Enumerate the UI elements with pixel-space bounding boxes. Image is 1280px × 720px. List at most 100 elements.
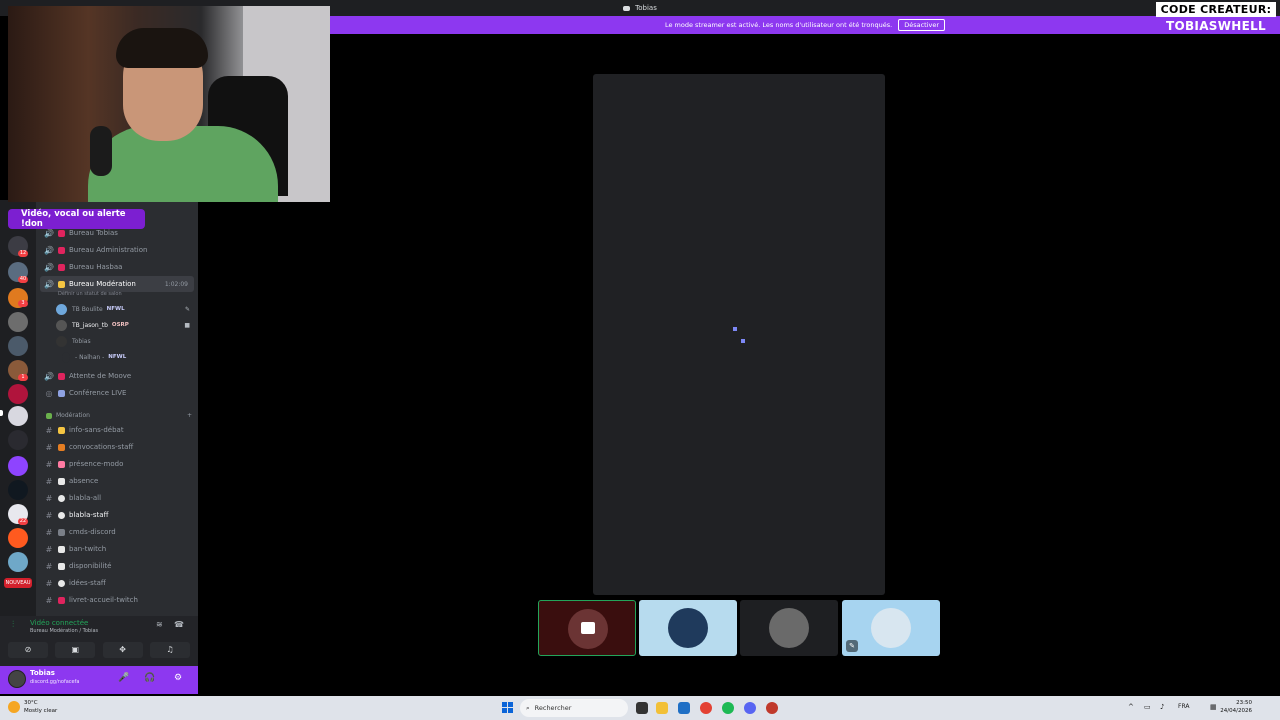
member-name: Tobias	[72, 337, 91, 345]
avatar	[56, 319, 67, 331]
text-channel-unread[interactable]: # blabla-staff	[36, 507, 198, 523]
activities-icon[interactable]: ✥	[102, 642, 143, 658]
status-emoji-icon	[58, 372, 65, 380]
channel-label: présence-modo	[69, 460, 124, 468]
server-icon[interactable]	[8, 552, 28, 572]
voice-channel[interactable]: 🔊 Bureau Hasbaa	[36, 259, 198, 275]
category-header[interactable]: Modération +	[46, 412, 196, 419]
settings-gear-icon[interactable]: ⚙	[174, 673, 182, 683]
hash-icon: #	[45, 493, 53, 503]
stream-alert-label: Vidéo, vocal ou alerte !don	[8, 209, 145, 229]
app-icon[interactable]	[766, 702, 778, 714]
banner-text: Le mode streamer est activé. Les noms d'…	[664, 21, 893, 29]
discord-icon[interactable]	[744, 702, 756, 714]
voice-channel[interactable]: 🔊 Attente de Moove	[36, 368, 198, 384]
camera-off-icon[interactable]: ⊘	[8, 642, 48, 658]
unread-badge: 3	[18, 300, 28, 307]
member-name: - Nalhan -	[75, 353, 105, 361]
server-icon[interactable]	[8, 430, 28, 450]
network-icon[interactable]: ▭	[1144, 703, 1151, 711]
channel-label: Bureau Tobias	[69, 229, 118, 237]
text-channel[interactable]: # présence-modo	[36, 456, 198, 472]
server-icon[interactable]	[8, 480, 28, 500]
speaker-icon: 🔊	[44, 262, 54, 272]
taskbar-search[interactable]: ⌕ Rechercher	[520, 699, 628, 717]
chrome-icon[interactable]	[700, 702, 712, 714]
video-thumbnail[interactable]	[538, 600, 636, 656]
avatar[interactable]	[8, 670, 26, 688]
voice-channel[interactable]: 🔊 Bureau Administration	[36, 242, 198, 258]
status-emoji-icon	[58, 426, 65, 434]
text-channel[interactable]: # absence	[36, 473, 198, 489]
hash-icon: #	[45, 476, 53, 486]
text-channel[interactable]: # cmds-discord	[36, 524, 198, 540]
windows-start-icon[interactable]	[502, 702, 513, 713]
video-thumbnail[interactable]	[639, 600, 737, 656]
text-channel[interactable]: # info-sans-débat	[36, 422, 198, 438]
channel-label: blabla-all	[69, 494, 102, 502]
video-thumbnail[interactable]	[740, 600, 838, 656]
selected-server-pill	[0, 410, 3, 416]
webcam-overlay	[8, 6, 330, 202]
status-emoji-icon	[58, 596, 65, 604]
creator-code-value: TOBIASWHELL	[1156, 18, 1276, 34]
volume-icon[interactable]: ♪	[1160, 703, 1164, 711]
language-indicator[interactable]: FRA	[1178, 703, 1189, 710]
text-channel[interactable]: # blabla-all	[36, 490, 198, 506]
store-icon[interactable]	[678, 702, 690, 714]
new-badge: NOUVEAU	[4, 578, 32, 588]
disable-streamer-button[interactable]: Désactiver	[898, 19, 946, 31]
server-icon[interactable]	[8, 336, 28, 356]
weather-condition: Mostly clear	[24, 708, 58, 714]
screen-share-icon[interactable]: ▣	[55, 642, 96, 658]
headphones-icon[interactable]: 🎧	[144, 673, 155, 683]
microphone-icon[interactable]: 🎤	[118, 673, 129, 683]
video-thumbnail[interactable]: ✎	[842, 600, 940, 656]
voice-member[interactable]: TB_jason_tb OSRP ■	[56, 318, 196, 332]
spotify-icon[interactable]	[722, 702, 734, 714]
hash-icon: #	[45, 578, 53, 588]
noise-suppression-icon[interactable]: ≋	[156, 620, 163, 629]
signal-icon[interactable]: ⫶	[12, 620, 14, 630]
status-emoji-icon	[58, 229, 65, 237]
avatar	[871, 608, 911, 648]
soundboard-icon[interactable]: ♫	[149, 642, 190, 658]
voice-channel-active[interactable]: 🔊 Bureau Modération 1:02:09	[40, 276, 194, 292]
unread-badge: 22	[18, 518, 28, 525]
webcam-person-hair	[116, 28, 208, 68]
mic-muted-icon: ✎	[184, 305, 190, 313]
avatar	[56, 335, 67, 347]
voice-member[interactable]: TB Boulite NFWL ✎	[56, 302, 196, 316]
server-icon[interactable]	[8, 456, 28, 476]
stage-icon: ◎	[45, 388, 53, 398]
voice-location[interactable]: Bureau Modération / Tobias	[30, 628, 98, 634]
unread-badge: 1	[18, 374, 28, 381]
text-channel[interactable]: # livret-accueil-twitch	[36, 592, 198, 608]
file-explorer-icon[interactable]	[656, 702, 668, 714]
channel-label: Attente de Moove	[69, 372, 132, 380]
disconnect-icon[interactable]: ☎	[174, 620, 184, 629]
add-channel-icon[interactable]: +	[187, 412, 192, 419]
text-channel[interactable]: # convocations-staff	[36, 439, 198, 455]
member-tag: NFWL	[108, 354, 127, 360]
text-channel[interactable]: # idées-staff	[36, 575, 198, 591]
server-icon[interactable]	[8, 384, 28, 404]
set-status-hint[interactable]: Définir un statut de salon	[58, 291, 122, 297]
status-emoji-icon	[58, 562, 65, 570]
server-icon[interactable]	[8, 528, 28, 548]
stage-channel[interactable]: ◎ Conférence LIVE	[36, 385, 198, 401]
text-channel[interactable]: # disponibilité	[36, 558, 198, 574]
status-emoji-icon	[58, 545, 65, 553]
system-clock[interactable]: 23:50 24/04/2026	[1220, 699, 1252, 715]
server-icon[interactable]	[8, 312, 28, 332]
weather-widget[interactable]: 30°C Mostly clear	[8, 699, 57, 715]
camera-icon: ■	[184, 321, 190, 329]
keyboard-icon[interactable]: ▦	[1210, 703, 1217, 711]
tray-chevron-icon[interactable]: ^	[1128, 703, 1134, 711]
text-channel[interactable]: # ban-twitch	[36, 541, 198, 557]
server-icon[interactable]	[8, 406, 28, 426]
task-view-icon[interactable]	[636, 702, 648, 714]
category-emoji-icon	[46, 412, 52, 419]
voice-member[interactable]: Tobias	[56, 334, 196, 348]
voice-member[interactable]: - Nalhan - NFWL	[62, 350, 198, 364]
